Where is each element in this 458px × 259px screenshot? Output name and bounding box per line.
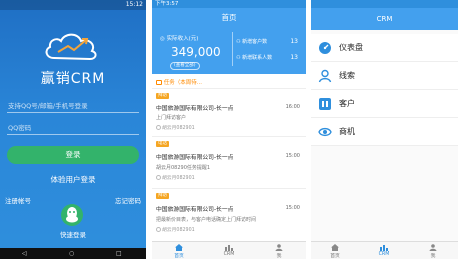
- experience-login-link[interactable]: 体验用户登录: [0, 174, 146, 185]
- task-description: 胡云月08290任务提醒1: [156, 165, 211, 171]
- task-owner-name: 胡云月082901: [162, 126, 195, 131]
- status-bar: 15:12: [0, 0, 146, 10]
- task-time: 15:00: [285, 153, 300, 159]
- sales-value: 349,000: [171, 45, 221, 59]
- opportunity-icon: [318, 127, 332, 137]
- crm-screen: CRM 仪表盘 线索 客户 商机 首页 CRM 我: [311, 0, 458, 259]
- new-contacts-label: ⚇ 新增联系人数: [236, 54, 272, 61]
- menu-item-dashboard[interactable]: 仪表盘: [311, 34, 458, 62]
- back-nav-icon[interactable]: ◁: [22, 250, 27, 257]
- task-type-badge: 拜访: [156, 93, 169, 99]
- task-title: 中国旅游国际有限公司-长一点: [156, 207, 234, 213]
- password-input[interactable]: QQ密码: [7, 121, 139, 135]
- sales-label-text: 实际收入(元): [166, 36, 199, 42]
- task-card[interactable]: 拜访 中国旅游国际有限公司-长一点 15:00 把最新价目表，与客户电话确定上门…: [152, 188, 306, 240]
- person-icon: [275, 244, 283, 251]
- recents-nav-icon[interactable]: □: [116, 250, 122, 257]
- quick-login-label[interactable]: 快速登录: [0, 229, 146, 239]
- android-nav-bar: ◁ ○ □: [0, 248, 146, 259]
- task-type-badge: 拜访: [156, 193, 169, 199]
- qq-penguin-icon[interactable]: [61, 204, 83, 226]
- status-bar: [311, 0, 458, 8]
- page-title: 首页: [221, 13, 237, 22]
- task-header[interactable]: 任务（本周待...: [156, 78, 202, 86]
- customer-icon: [319, 98, 331, 110]
- task-time: 16:00: [285, 104, 300, 110]
- view-all-button[interactable]: (查看全部): [170, 62, 200, 70]
- home-nav-icon[interactable]: ○: [69, 250, 74, 257]
- task-owner-name: 胡云月082901: [162, 228, 195, 233]
- forgot-password-link[interactable]: 忘记密码: [115, 195, 141, 205]
- sales-label: ◎ 实际收入(元): [160, 34, 198, 42]
- menu-item-label: 线索: [339, 71, 355, 80]
- task-title: 中国旅游国际有限公司-长一点: [156, 106, 234, 112]
- menu-item-label: 客户: [339, 99, 355, 108]
- task-description: 上门拜访客户: [156, 115, 187, 121]
- task-title: 中国旅游国际有限公司-长一点: [156, 155, 234, 161]
- status-time: 15:12: [125, 1, 143, 8]
- tab-home-label: 首页: [330, 254, 340, 259]
- task-owner-name: 胡云月082901: [162, 176, 195, 181]
- tab-me-label: 我: [276, 254, 282, 259]
- tab-home[interactable]: 首页: [159, 244, 199, 259]
- tab-me[interactable]: 我: [413, 244, 453, 259]
- person-icon: [429, 244, 437, 251]
- lead-icon: [318, 69, 332, 83]
- screenshot-collage: 15:12 赢销CRM 支持QQ号/邮箱/手机号登录 QQ密码 登录 体验用户登…: [0, 0, 458, 259]
- tab-crm-label: CRM: [378, 252, 390, 257]
- tab-me[interactable]: 我: [259, 244, 299, 259]
- task-card[interactable]: 拜访 中国旅游国际有限公司-长一点 16:00 上门拜访客户 胡云月082901: [152, 88, 306, 134]
- dashboard-icon: [319, 42, 331, 54]
- bottom-tab-bar: 首页 CRM 我: [152, 241, 306, 259]
- task-description: 把最新价目表，与客户电话确定上门拜访时间: [156, 217, 257, 223]
- home-header: 首页 ◎ 实际收入(元) 349,000 (查看全部) ⚇ 新增客户数 13 ⚇…: [152, 8, 306, 74]
- menu-item-leads[interactable]: 线索: [311, 62, 458, 90]
- bar-chart-icon: [380, 245, 388, 251]
- account-input[interactable]: 支持QQ号/邮箱/手机号登录: [7, 99, 139, 113]
- cloud-logo-icon: [45, 33, 97, 61]
- tab-me-label: 我: [430, 254, 436, 259]
- tab-crm[interactable]: CRM: [209, 244, 249, 257]
- menu-item-customers[interactable]: 客户: [311, 90, 458, 118]
- tab-crm-label: CRM: [223, 252, 235, 257]
- tab-home-label: 首页: [174, 254, 184, 259]
- bar-chart-icon: [225, 245, 233, 251]
- task-header-text: 任务（本周待...: [163, 80, 202, 86]
- new-contacts-text: 新增联系人数: [242, 55, 273, 61]
- new-customers-label: ⚇ 新增客户数: [236, 38, 267, 45]
- bottom-tab-bar: 首页 CRM 我: [311, 241, 458, 259]
- login-button[interactable]: 登录: [7, 146, 139, 164]
- page-title: CRM: [311, 8, 458, 30]
- new-customers-text: 新增客户数: [242, 39, 268, 45]
- task-time: 15:00: [285, 205, 300, 211]
- tab-home[interactable]: 首页: [315, 244, 355, 259]
- status-bar: 下午3:57: [152, 0, 306, 8]
- person-icon: [156, 227, 161, 232]
- menu-item-opportunities[interactable]: 商机: [311, 118, 458, 146]
- tab-crm[interactable]: CRM: [364, 244, 404, 257]
- app-brand: 赢销CRM: [40, 71, 106, 87]
- home-icon: [175, 244, 183, 251]
- menu-item-label: 仪表盘: [339, 43, 363, 52]
- new-customers-value: 13: [290, 38, 298, 45]
- home-icon: [331, 244, 339, 251]
- status-time: 下午3:57: [155, 1, 179, 7]
- task-owner: 胡云月082901: [156, 174, 195, 181]
- task-card[interactable]: 电话 中国旅游国际有限公司-长一点 15:00 胡云月08290任务提醒1 胡云…: [152, 136, 306, 186]
- penguin-glyph-icon: [66, 207, 78, 223]
- task-owner: 胡云月082901: [156, 226, 195, 233]
- header-divider: [232, 32, 233, 66]
- register-link[interactable]: 注册帐号: [5, 195, 31, 205]
- new-contacts-value: 13: [290, 54, 298, 61]
- person-icon: [156, 175, 161, 180]
- person-icon: [156, 125, 161, 130]
- home-screen: 下午3:57 首页 ◎ 实际收入(元) 349,000 (查看全部) ⚇ 新增客…: [152, 0, 306, 259]
- task-type-badge: 电话: [156, 141, 169, 147]
- login-screen: 15:12 赢销CRM 支持QQ号/邮箱/手机号登录 QQ密码 登录 体验用户登…: [0, 0, 146, 259]
- menu-item-label: 商机: [339, 127, 355, 136]
- task-owner: 胡云月082901: [156, 124, 195, 131]
- task-list-icon: [156, 80, 162, 85]
